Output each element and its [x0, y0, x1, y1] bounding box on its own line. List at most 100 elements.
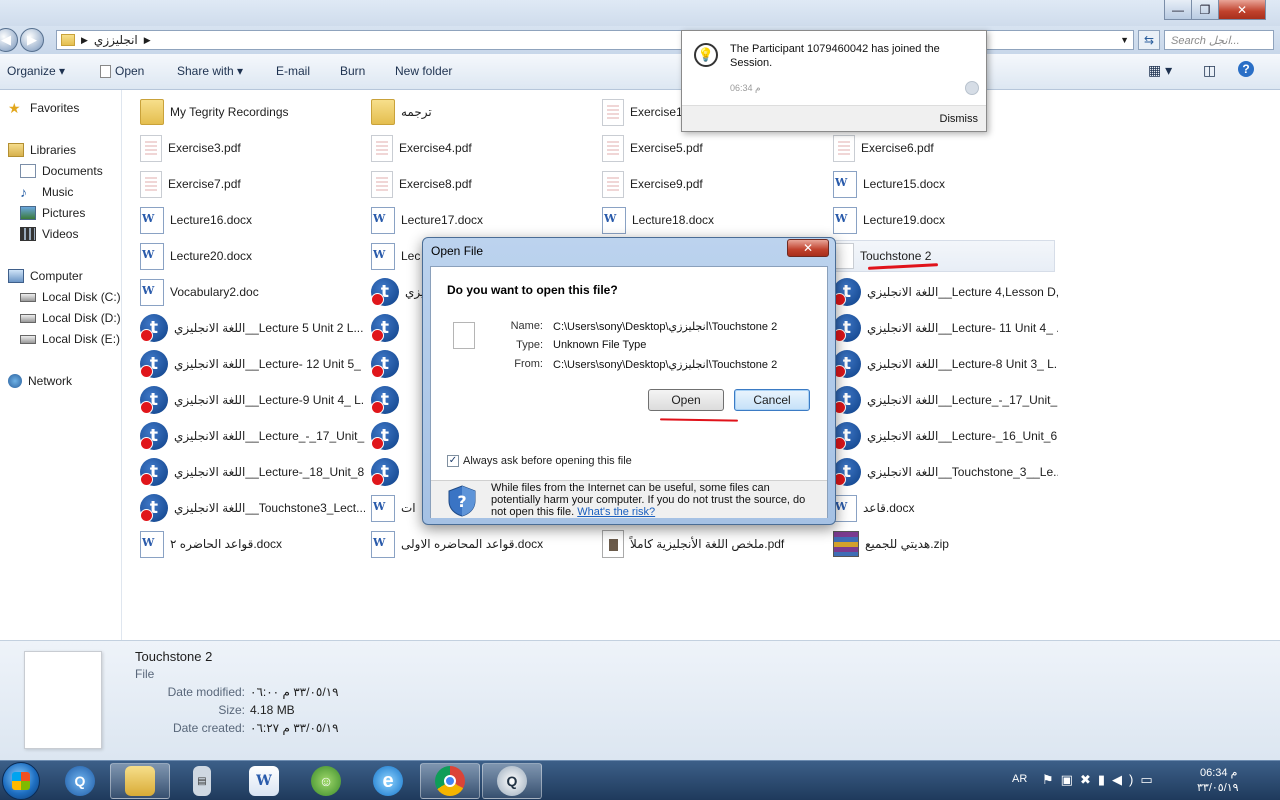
language-indicator[interactable]: AR: [1012, 773, 1027, 785]
refresh-icon[interactable]: ⇆: [1138, 30, 1160, 50]
open-button[interactable]: Open: [100, 64, 144, 79]
file-item[interactable]: t اللغة الانجليزي__Lecture- 12 Unit 5_ ..…: [140, 348, 365, 380]
file-item[interactable]: W قواعد الحاضره ٢.docx: [140, 528, 365, 560]
cancel-button[interactable]: Cancel: [734, 389, 810, 411]
file-item[interactable]: Exercise9.pdf: [602, 168, 827, 200]
file-item-selected[interactable]: Touchstone 2: [833, 240, 1055, 272]
nav-libraries[interactable]: Libraries: [8, 143, 76, 157]
share-with-button[interactable]: Share with ▾: [177, 64, 243, 78]
always-ask-checkbox[interactable]: ✓ Always ask before opening this file: [447, 455, 632, 467]
forward-button[interactable]: ▶: [20, 28, 44, 52]
checkbox-checked-icon[interactable]: ✓: [447, 455, 459, 467]
file-name: اللغة الانجليزي__Lecture-_18_Unit_8...: [174, 465, 365, 479]
alert-tray-icon[interactable]: ✖: [1080, 772, 1098, 787]
taskbar-calculator[interactable]: ▤: [172, 763, 232, 799]
volume-icon[interactable]: ◀): [1112, 772, 1140, 787]
from-value: C:\Users\sony\Desktop\انجليززي\Touchston…: [553, 359, 778, 371]
taskbar-ie[interactable]: e: [358, 763, 418, 799]
dialog-close-button[interactable]: ✕: [787, 239, 829, 257]
nav-music[interactable]: ♪ Music: [20, 185, 73, 199]
file-item[interactable]: Exercise7.pdf: [140, 168, 365, 200]
file-item[interactable]: Exercise4.pdf: [371, 132, 596, 164]
flag-icon[interactable]: ⚑: [1042, 772, 1061, 787]
taskbar-explorer[interactable]: [110, 763, 170, 799]
file-item[interactable]: هديتي للجميع.zip: [833, 528, 1058, 560]
nav-videos[interactable]: Videos: [20, 227, 78, 241]
file-item[interactable]: W Lecture19.docx: [833, 204, 1058, 236]
file-item[interactable]: t اللغة الانجليزي__Lecture-8 Unit 3_ L...: [833, 348, 1058, 380]
maximize-button[interactable]: ❐: [1191, 0, 1219, 20]
signal-icon[interactable]: ▮: [1098, 772, 1112, 787]
file-item[interactable]: W Lecture18.docx: [602, 204, 827, 236]
file-item[interactable]: Exercise3.pdf: [140, 132, 365, 164]
nav-disk-e[interactable]: Local Disk (E:): [20, 332, 120, 346]
file-name: Lecture20.docx: [170, 249, 253, 263]
file-name: Exercise1: [630, 105, 683, 119]
whats-the-risk-link[interactable]: What's the risk?: [577, 506, 655, 518]
security-warning: While files from the Internet can be use…: [491, 482, 821, 518]
file-item[interactable]: t اللغة الانجليزي__Lecture-9 Unit 4_ L...: [140, 384, 365, 416]
t-file-icon: t: [371, 278, 399, 306]
file-item[interactable]: t اللغة الانجليزي__Lecture_-_17_Unit_...: [140, 420, 365, 452]
address-dropdown-icon[interactable]: ▼: [1120, 35, 1129, 45]
power-icon[interactable]: ▭: [1140, 772, 1159, 787]
file-item[interactable]: t اللغة الانجليزي__Lecture 4,Lesson D,...: [833, 276, 1058, 308]
taskbar-word[interactable]: W: [234, 763, 294, 799]
nav-disk-d[interactable]: Local Disk (D:): [20, 311, 121, 325]
clock-time[interactable]: 06:34 م: [1200, 766, 1237, 779]
file-item[interactable]: Exercise5.pdf: [602, 132, 827, 164]
file-item[interactable]: t اللغة الانجليزي__Lecture_-_17_Unit_...: [833, 384, 1058, 416]
file-name: اللغة الانجليزي__Lecture- 12 Unit 5_ ...: [174, 357, 365, 371]
file-item[interactable]: W Lecture16.docx: [140, 204, 365, 236]
back-button[interactable]: ◀: [0, 28, 18, 52]
clock-date[interactable]: ٣٣/٠٥/١٩: [1197, 781, 1239, 794]
breadcrumb-current[interactable]: انجليززي: [94, 33, 138, 47]
search-input[interactable]: Search انجل...: [1164, 30, 1274, 50]
library-icon: [8, 143, 24, 157]
new-folder-button[interactable]: New folder: [395, 64, 452, 78]
burn-button[interactable]: Burn: [340, 64, 365, 78]
taskbar-tegrity-active[interactable]: Q: [482, 763, 542, 799]
help-icon[interactable]: ?: [1238, 61, 1254, 77]
close-window-button[interactable]: ✕: [1218, 0, 1266, 20]
taskbar-messenger[interactable]: ☺: [296, 763, 356, 799]
nav-favorites[interactable]: ★ Favorites: [8, 101, 79, 115]
file-item[interactable]: t اللغة الانجليزي__Touchstone_3__Le...: [833, 456, 1058, 488]
file-item[interactable]: ملخص اللغة الأنجليزية كاملاً.pdf: [602, 528, 827, 560]
taskbar-chrome[interactable]: [420, 763, 480, 799]
minimize-button[interactable]: —: [1164, 0, 1192, 20]
nav-pictures[interactable]: Pictures: [20, 206, 85, 220]
file-item[interactable]: t اللغة الانجليزي__Lecture-_16_Unit_6...: [833, 420, 1058, 452]
nav-network[interactable]: Network: [8, 374, 72, 388]
file-item[interactable]: t اللغة الانجليزي__Touchstone3_Lect...: [140, 492, 365, 524]
preview-pane-icon[interactable]: ◫: [1203, 62, 1216, 79]
nav-documents[interactable]: Documents: [20, 164, 103, 178]
nav-computer[interactable]: Computer: [8, 269, 83, 283]
file-item[interactable]: W Vocabulary2.doc: [140, 276, 365, 308]
word-icon: W: [249, 766, 279, 796]
file-item[interactable]: W Lecture15.docx: [833, 168, 1058, 200]
file-item[interactable]: ترجمه: [371, 96, 596, 128]
file-item[interactable]: W قاعد.docx: [833, 492, 1058, 524]
details-file-type: File: [135, 667, 155, 681]
address-row: ◀ ▶ ▶ انجليززي ▶ ▼ ⇆ Search انجل...: [0, 26, 1280, 54]
file-item[interactable]: Exercise6.pdf: [833, 132, 1058, 164]
file-item[interactable]: t اللغة الانجليزي__Lecture- 11 Unit 4_ ..…: [833, 312, 1058, 344]
file-item[interactable]: t اللغة الانجليزي__Lecture-_18_Unit_8...: [140, 456, 365, 488]
file-item[interactable]: W قواعد المحاضره الاولى.docx: [371, 528, 596, 560]
file-item[interactable]: W Lecture20.docx: [140, 240, 365, 272]
file-item[interactable]: t اللغة الانجليزي__Lecture 5 Unit 2 L...: [140, 312, 365, 344]
file-item[interactable]: W Lecture17.docx: [371, 204, 596, 236]
organize-button[interactable]: Organize ▾: [7, 64, 65, 78]
nav-disk-c[interactable]: Local Disk (C:): [20, 290, 121, 304]
open-file-button[interactable]: Open: [648, 389, 724, 411]
start-button[interactable]: [2, 762, 40, 800]
taskbar-tegrity[interactable]: Q: [50, 763, 110, 799]
view-options-icon[interactable]: ▦ ▾: [1148, 62, 1172, 79]
details-size-value: 4.18 MB: [250, 703, 295, 717]
file-item[interactable]: My Tegrity Recordings: [140, 96, 365, 128]
dismiss-button[interactable]: Dismiss: [940, 113, 979, 125]
app-tray-icon[interactable]: ▣: [1061, 772, 1080, 787]
email-button[interactable]: E-mail: [276, 64, 310, 78]
file-item[interactable]: Exercise8.pdf: [371, 168, 596, 200]
